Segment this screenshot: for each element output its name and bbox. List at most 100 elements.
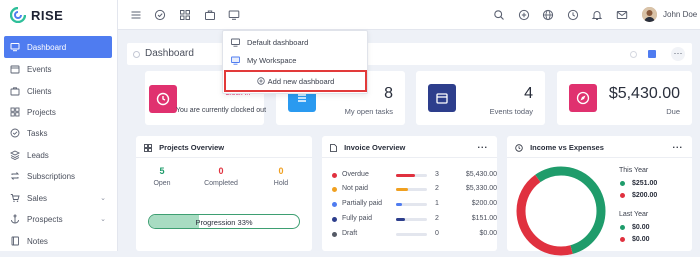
- last-year-label: Last Year: [619, 211, 649, 218]
- due-card[interactable]: $5,430.00 Due: [557, 71, 692, 125]
- status-dot: [332, 217, 337, 222]
- sidebar-item-label: Prospects: [27, 214, 63, 224]
- sidebar-item-label: Subscriptions: [27, 171, 76, 181]
- panel-header: Invoice Overview ...: [322, 136, 497, 158]
- dashboard-dropdown: Default dashboard My Workspace Add new d…: [222, 30, 368, 94]
- events-today-label: Events today: [489, 107, 533, 116]
- open-tasks-value: 8: [384, 85, 393, 102]
- clock-icon[interactable]: [567, 9, 579, 21]
- more-options-icon[interactable]: ...: [672, 140, 683, 150]
- invoice-bar: [396, 218, 427, 221]
- invoice-count: 1: [435, 200, 439, 207]
- invoice-bar: [396, 188, 427, 191]
- invoice-status-label: Partially paid: [342, 200, 383, 207]
- bell-icon[interactable]: [591, 9, 603, 21]
- user-name[interactable]: John Doe: [663, 10, 697, 19]
- invoice-row[interactable]: Partially paid 1 $200.00: [332, 200, 497, 210]
- layers-icon: [10, 150, 20, 160]
- check-circle-icon[interactable]: [154, 9, 166, 21]
- invoice-amount: $0.00: [479, 230, 497, 237]
- projects-hold[interactable]: 0 Hold: [252, 166, 310, 187]
- sidebar-item-clients[interactable]: Clients: [0, 80, 118, 102]
- last-year-expenses: $0.00: [632, 236, 650, 243]
- invoice-row[interactable]: Not paid 2 $5,330.00: [332, 185, 497, 195]
- last-year-income: $0.00: [632, 224, 650, 231]
- sidebar-item-notes[interactable]: Notes: [0, 230, 118, 252]
- income-legend-dot: [620, 225, 625, 230]
- briefcase-icon: [10, 87, 20, 96]
- add-new-dashboard-button[interactable]: Add new dashboard: [224, 70, 367, 92]
- sidebar-item-sales[interactable]: Sales ⌄: [0, 187, 118, 209]
- sidebar-item-label: Dashboard: [27, 42, 67, 52]
- expense-legend-dot: [620, 237, 625, 242]
- status-dot: [332, 202, 337, 207]
- projects-overview-panel: Projects Overview 5 Open 0 Completed 0 H…: [136, 136, 312, 251]
- dashboard-header: Dashboard ⋯: [127, 43, 692, 65]
- grid-icon[interactable]: [179, 9, 191, 21]
- panel-title: Income vs Expenses: [530, 143, 604, 152]
- stat-value: 5: [159, 166, 165, 176]
- invoice-row[interactable]: Overdue 3 $5,430.00: [332, 171, 497, 181]
- monitor-icon: [231, 56, 240, 65]
- dropdown-item-default-dashboard[interactable]: Default dashboard: [231, 36, 308, 48]
- cart-icon: [10, 194, 20, 202]
- invoice-bar: [396, 174, 427, 177]
- status-dot: [332, 173, 337, 178]
- color-swatch-blue[interactable]: [648, 50, 656, 58]
- invoice-row[interactable]: Fully paid 2 $151.00: [332, 215, 497, 225]
- sidebar-item-label: Projects: [27, 107, 56, 117]
- stat-value: 0: [278, 166, 284, 176]
- briefcase-icon[interactable]: [204, 9, 216, 21]
- sidebar-item-dashboard[interactable]: Dashboard: [4, 36, 112, 58]
- add-circle-icon[interactable]: [518, 9, 530, 21]
- mail-icon[interactable]: [616, 9, 628, 21]
- clock-icon: [515, 144, 523, 152]
- calendar-icon: [10, 65, 20, 74]
- sidebar-item-events[interactable]: Events: [0, 58, 118, 80]
- sidebar-item-subscriptions[interactable]: Subscriptions: [0, 165, 118, 187]
- projects-completed[interactable]: 0 Completed: [192, 166, 250, 187]
- avatar[interactable]: [642, 7, 657, 22]
- color-dot-white[interactable]: [630, 51, 637, 58]
- progress-label: Progression 33%: [195, 218, 253, 227]
- user-avatar-icon: [642, 7, 657, 22]
- invoice-status-label: Overdue: [342, 171, 369, 178]
- menu-icon[interactable]: [130, 9, 142, 21]
- book-icon: [11, 236, 19, 246]
- add-new-dashboard-label: Add new dashboard: [267, 76, 335, 86]
- app-name: RISE: [31, 7, 64, 23]
- search-icon[interactable]: [493, 9, 505, 21]
- stat-label: Open: [153, 180, 171, 187]
- repeat-icon: [10, 172, 20, 180]
- sidebar-item-prospects[interactable]: Prospects ⌄: [0, 208, 118, 230]
- invoice-count: 2: [435, 185, 439, 192]
- invoice-status-label: Fully paid: [342, 215, 372, 222]
- panel-title: Projects Overview: [159, 143, 225, 152]
- dropdown-item-label: My Workspace: [247, 55, 297, 65]
- more-options-icon[interactable]: ...: [477, 140, 488, 150]
- invoice-status-label: Not paid: [342, 185, 369, 192]
- monitor-icon[interactable]: [228, 9, 240, 21]
- panel-header: Income vs Expenses ...: [507, 136, 692, 158]
- sidebar-item-label: Clients: [27, 86, 52, 96]
- status-dot: [332, 187, 337, 192]
- more-options-icon[interactable]: ⋯: [671, 47, 685, 61]
- sidebar-item-projects[interactable]: Projects: [0, 101, 118, 123]
- dropdown-item-label: Default dashboard: [247, 37, 309, 47]
- page-title: Dashboard: [145, 48, 194, 59]
- invoice-row[interactable]: Draft 0 $0.00: [332, 230, 497, 240]
- dropdown-item-my-workspace[interactable]: My Workspace: [231, 54, 296, 66]
- globe-icon[interactable]: [542, 9, 554, 21]
- sidebar-item-leads[interactable]: Leads: [0, 144, 118, 166]
- due-label: Due: [666, 107, 680, 116]
- invoice-count: 2: [435, 215, 439, 222]
- stat-label: Hold: [273, 180, 289, 187]
- stat-label: Completed: [204, 180, 238, 187]
- sidebar-item-tasks[interactable]: Tasks: [0, 122, 118, 144]
- monitor-icon: [10, 43, 20, 52]
- events-today-card[interactable]: 4 Events today: [416, 71, 545, 125]
- panel-header: Projects Overview: [136, 136, 312, 158]
- logo[interactable]: RISE: [10, 6, 63, 24]
- invoice-bar: [396, 233, 427, 236]
- projects-open[interactable]: 5 Open: [133, 166, 191, 187]
